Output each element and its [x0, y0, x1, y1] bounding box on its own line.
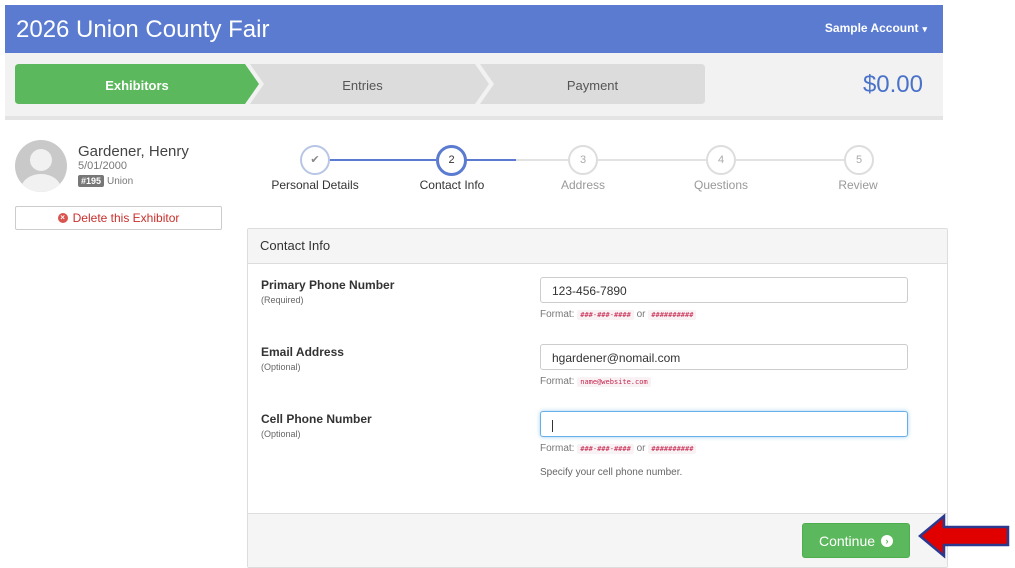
exhibitor-dob: 5/01/2000 — [78, 160, 127, 172]
remove-circle-icon: × — [57, 213, 68, 223]
wizard-connector — [598, 159, 706, 161]
format-prefix: Format: — [540, 309, 575, 320]
wizard-step-2-label[interactable]: Contact Info — [392, 178, 512, 192]
text-cursor — [552, 419, 553, 432]
cell-phone-label: Cell Phone Number — [261, 412, 372, 426]
wizard-connector — [736, 159, 844, 161]
cart-step-exhibitors[interactable]: Exhibitors — [15, 78, 259, 93]
cart-step-payment[interactable]: Payment — [480, 78, 705, 93]
wizard-step-5-label[interactable]: Review — [798, 178, 918, 192]
exhibitor-number-badge: #195 — [78, 175, 105, 187]
wizard-step-3-label[interactable]: Address — [523, 178, 643, 192]
continue-button[interactable]: Continue › — [802, 523, 910, 558]
panel-footer: Continue › — [248, 513, 947, 567]
format-code: ########## — [648, 444, 697, 454]
wizard-step-5-circle[interactable]: 5 — [844, 145, 874, 175]
cart-total: $0.00 — [862, 71, 923, 98]
cart-progress: Exhibitors Entries Payment $0.00 — [5, 53, 943, 120]
account-label: Sample Account — [824, 21, 919, 35]
email-hint: (Optional) — [261, 362, 301, 372]
format-code: name@website.com — [577, 377, 651, 387]
exhibitor-name: Gardener, Henry — [78, 143, 189, 160]
format-or: or — [636, 443, 646, 454]
email-format: Format: name@website.com — [540, 376, 651, 387]
exhibitor-county: Union — [107, 176, 134, 187]
format-prefix: Format: — [540, 443, 575, 454]
cell-phone-format: Format: ###-###-#### or ########## — [540, 443, 697, 454]
wizard-connector — [328, 159, 436, 161]
primary-phone-input[interactable]: 123-456-7890 — [540, 277, 908, 303]
delete-exhibitor-label: Delete this Exhibitor — [72, 211, 180, 225]
chevron-down-icon: ▾ — [922, 24, 927, 34]
primary-phone-hint: (Required) — [261, 295, 304, 305]
wizard-step-3-circle[interactable]: 3 — [568, 145, 598, 175]
account-menu[interactable]: Sample Account ▾ — [825, 21, 927, 35]
wizard-connector — [465, 159, 516, 161]
app-header: 2026 Union County Fair Sample Account ▾ — [5, 5, 943, 53]
wizard-step-4-label[interactable]: Questions — [661, 178, 781, 192]
format-code: ########## — [648, 310, 697, 320]
avatar — [15, 140, 67, 192]
email-label: Email Address — [261, 345, 344, 359]
cart-step-entries[interactable]: Entries — [250, 78, 475, 93]
primary-phone-format: Format: ###-###-#### or ########## — [540, 309, 697, 320]
wizard-step-2-circle[interactable]: 2 — [436, 145, 467, 176]
wizard-step-1-label[interactable]: Personal Details — [255, 178, 375, 192]
format-prefix: Format: — [540, 376, 575, 387]
contact-info-panel: Contact Info Primary Phone Number (Requi… — [247, 228, 948, 568]
format-or: or — [636, 309, 646, 320]
delete-exhibitor-button[interactable]: × Delete this Exhibitor — [15, 206, 222, 230]
annotation-arrow-icon — [918, 513, 1010, 559]
primary-phone-label: Primary Phone Number — [261, 278, 395, 292]
cell-phone-input[interactable] — [540, 411, 908, 437]
format-code: ###-###-#### — [577, 310, 634, 320]
format-code: ###-###-#### — [577, 444, 634, 454]
cell-phone-help: Specify your cell phone number. — [540, 467, 683, 478]
continue-label: Continue — [818, 532, 876, 549]
check-icon: ✔ — [310, 154, 320, 166]
app-title: 2026 Union County Fair — [16, 16, 270, 43]
arrow-right-circle-icon: › — [881, 534, 894, 547]
panel-title: Contact Info — [248, 229, 947, 264]
cell-phone-hint: (Optional) — [261, 429, 301, 439]
email-field[interactable]: hgardener@nomail.com — [540, 344, 908, 370]
wizard-connector — [516, 159, 568, 161]
wizard-step-1-circle[interactable]: ✔ — [300, 145, 330, 175]
wizard-step-4-circle[interactable]: 4 — [706, 145, 736, 175]
